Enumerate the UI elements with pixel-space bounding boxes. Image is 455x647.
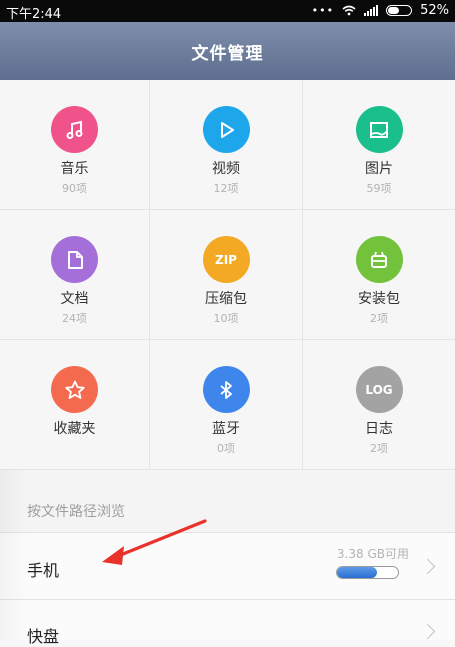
category-count: 2项 [370,312,388,325]
category-count: 2项 [370,442,388,455]
storage-usage-bar [336,566,399,579]
category-label: 图片 [365,161,393,177]
category-icon-circle: LOG [355,366,403,413]
star-icon [64,380,85,399]
category-video[interactable]: 视频 12项 [150,80,303,210]
category-icon-circle [355,236,403,283]
status-time: 下午2:44 [6,7,62,22]
storage-row-kuaipan[interactable]: 快盘 [0,599,455,646]
app-header: 文件管理 [0,22,455,80]
storage-row-phone[interactable]: 手机 3.38 GB可用 [0,532,455,599]
package-icon [371,251,387,268]
battery-percent: 52% [420,3,449,18]
category-music[interactable]: 音乐 90项 [0,80,150,210]
category-icon-circle [355,106,403,153]
category-count: 24项 [62,312,87,325]
category-count: 12项 [213,182,239,195]
document-icon [67,250,83,269]
log-icon: LOG [365,382,393,397]
category-label: 安装包 [358,291,400,307]
category-label: 文档 [60,291,89,307]
storage-name: 手机 [27,561,60,580]
category-log[interactable]: LOG 日志 2项 [303,340,455,470]
storage-name: 快盘 [27,627,60,646]
browse-by-path-section: 按文件路径浏览 [0,470,455,532]
category-icon-circle [51,366,98,413]
category-label: 蓝牙 [212,421,240,437]
category-count: 10项 [213,312,239,325]
status-icons: ••• 52% [312,3,449,18]
status-bar: 下午2:44 ••• 52% [0,0,455,22]
category-image[interactable]: 图片 59项 [303,80,455,210]
battery-icon [386,5,413,16]
category-count: 0项 [217,442,235,455]
zip-icon: ZIP [215,252,237,267]
category-icon-circle [51,106,98,153]
signal-icon [364,5,379,16]
category-count: 90项 [62,182,87,195]
category-grid: 音乐 90项 视频 12项 图片 59项 文档 24项 ZIP 压缩包 10项 … [0,80,455,470]
category-label: 收藏夹 [53,421,96,437]
page-title: 文件管理 [191,43,264,64]
play-icon [221,121,234,138]
category-icon-circle [51,236,98,283]
section-label: 按文件路径浏览 [27,504,125,520]
chevron-right-icon [419,558,436,575]
category-zip[interactable]: ZIP 压缩包 10项 [150,210,303,340]
category-favorites[interactable]: 收藏夹 [0,340,150,470]
edge-shadow [0,470,28,640]
category-bluetooth[interactable]: 蓝牙 0项 [150,340,303,470]
chevron-right-icon [419,623,436,640]
category-icon-circle: ZIP [202,236,250,283]
category-label: 视频 [212,161,240,177]
music-note-icon [66,120,82,139]
image-icon [370,121,388,138]
wifi-icon [342,5,356,16]
category-package[interactable]: 安装包 2项 [303,210,455,340]
more-dots-icon: ••• [311,4,335,17]
bluetooth-icon [220,380,232,399]
category-icon-circle [202,106,250,153]
category-label: 压缩包 [205,291,247,307]
category-icon-circle [202,366,250,413]
category-document[interactable]: 文档 24项 [0,210,150,340]
category-label: 音乐 [60,161,89,177]
category-label: 日志 [365,421,393,437]
storage-available: 3.38 GB可用 [336,547,409,561]
category-count: 59项 [366,182,392,195]
